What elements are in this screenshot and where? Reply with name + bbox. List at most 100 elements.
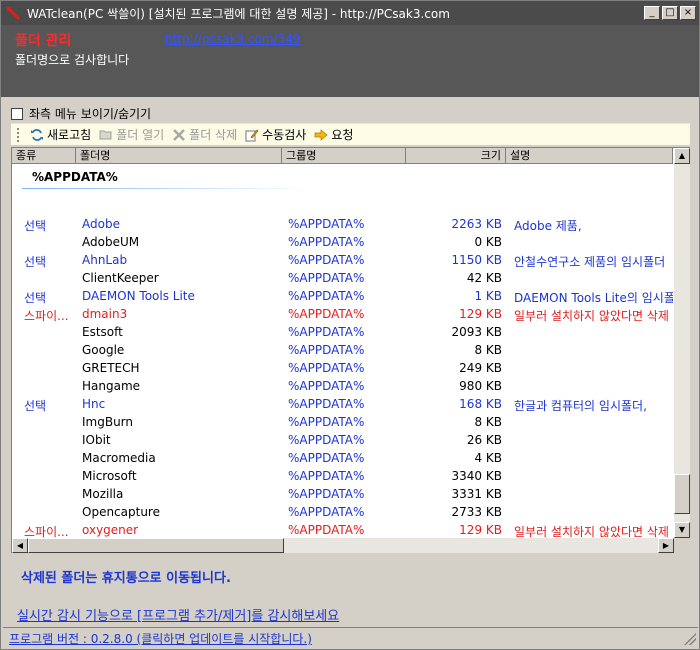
column-name[interactable]: 폴더명 <box>76 148 282 164</box>
scroll-corner <box>674 538 690 553</box>
row-description-cell: 일부러 설치하지 않았다면 삭제 <box>514 525 669 539</box>
column-group[interactable]: 그룹명 <box>282 148 406 164</box>
edit-document-icon <box>245 128 259 142</box>
toolbar-grip[interactable] <box>17 127 20 142</box>
row-group-cell: %APPDATA% <box>288 415 365 429</box>
group-divider <box>22 188 312 189</box>
row-size-cell: 0 KB <box>474 235 502 249</box>
manual-scan-button[interactable]: 수동검사 <box>245 126 306 143</box>
row-type-cell: 선택 <box>24 219 47 233</box>
toolbar: 새로고침 폴더 열기 폴더 삭제 수동검사 요청 <box>11 123 690 145</box>
row-type-cell: 스파이... <box>24 309 69 323</box>
row-description-cell: Adobe 제품, <box>514 219 582 233</box>
page-subtitle: 폴더명으로 검사합니다 <box>15 53 130 67</box>
table-row[interactable]: ClientKeeper %APPDATA% 42 KB <box>12 270 673 288</box>
row-description-cell: 안철수연구소 제품의 임시폴더 <box>514 255 666 269</box>
scroll-left-button[interactable]: ◀ <box>12 538 28 553</box>
window-title: WATclean(PC 싹쓸이) [설치된 프로그램에 대한 설명 제공] - … <box>27 6 450 21</box>
arrow-right-icon <box>314 128 328 142</box>
row-size-cell: 26 KB <box>466 433 502 447</box>
table-row[interactable]: 선택 AhnLab %APPDATA% 1150 KB 안철수연구소 제품의 임시폴더 <box>12 252 673 270</box>
row-name-cell: dmain3 <box>82 307 128 321</box>
vertical-scrollbar[interactable]: ▲ ▼ <box>674 148 690 538</box>
row-group-cell: %APPDATA% <box>288 343 365 357</box>
row-group-cell: %APPDATA% <box>288 469 365 483</box>
table-row[interactable]: Opencapture %APPDATA% 2733 KB <box>12 504 673 522</box>
row-group-cell: %APPDATA% <box>288 235 365 249</box>
table-row[interactable]: Estsoft %APPDATA% 2093 KB <box>12 324 673 342</box>
column-type[interactable]: 종류 <box>12 148 76 164</box>
scroll-right-button[interactable]: ▶ <box>658 538 674 553</box>
row-type-cell: 선택 <box>24 399 47 413</box>
row-type-cell: 선택 <box>24 255 47 269</box>
window-controls: _ □ × <box>644 6 696 20</box>
side-menu-toggle-label: 좌측 메뉴 보이기/숨기기 <box>29 107 152 121</box>
table-row[interactable]: AdobeUM %APPDATA% 0 KB <box>12 234 673 252</box>
delete-folder-button[interactable]: 폴더 삭제 <box>172 126 237 143</box>
folder-list[interactable]: 종류 폴더명 그룹명 크기 설명 %APPDATA% 선택 Adobe %APPDA… <box>11 147 690 553</box>
row-type-cell: 스파이... <box>24 525 69 539</box>
table-row[interactable]: ImgBurn %APPDATA% 8 KB <box>12 414 673 432</box>
row-size-cell: 249 KB <box>459 361 502 375</box>
vertical-scroll-thumb[interactable] <box>674 474 690 514</box>
row-size-cell: 8 KB <box>474 415 502 429</box>
table-row[interactable]: 선택 Adobe %APPDATA% 2263 KB Adobe 제품, <box>12 216 673 234</box>
table-row[interactable]: 선택 Hnc %APPDATA% 168 KB 한글과 컴퓨터의 임시폴더, <box>12 396 673 414</box>
side-menu-toggle[interactable]: 좌측 메뉴 보이기/숨기기 <box>11 105 151 122</box>
row-name-cell: ClientKeeper <box>82 271 159 285</box>
scroll-down-button[interactable]: ▼ <box>674 522 690 538</box>
list-body: %APPDATA% 선택 Adobe %APPDATA% 2263 KB Adobe 제… <box>12 164 673 539</box>
folder-open-icon <box>99 128 113 142</box>
table-row[interactable]: Hangame %APPDATA% 980 KB <box>12 378 673 396</box>
help-link[interactable]: http://pcsak3.com/349 <box>165 32 301 46</box>
row-name-cell: DAEMON Tools Lite <box>82 289 195 303</box>
scroll-up-button[interactable]: ▲ <box>674 148 690 164</box>
row-name-cell: IObit <box>82 433 111 447</box>
row-size-cell: 2093 KB <box>451 325 502 339</box>
row-name-cell: Google <box>82 343 125 357</box>
row-description-cell: DAEMON Tools Lite의 임시폴 <box>514 291 673 305</box>
manual-scan-label: 수동검사 <box>262 128 307 142</box>
column-size[interactable]: 크기 <box>406 148 506 164</box>
table-row[interactable]: Mozilla %APPDATA% 3331 KB <box>12 486 673 504</box>
row-size-cell: 1 KB <box>474 289 502 303</box>
refresh-label: 새로고침 <box>47 128 92 142</box>
delete-folder-label: 폴더 삭제 <box>189 128 238 142</box>
table-row[interactable]: Google %APPDATA% 8 KB <box>12 342 673 360</box>
row-description-cell: 일부러 설치하지 않았다면 삭제 <box>514 309 669 323</box>
table-row[interactable]: Macromedia %APPDATA% 4 KB <box>12 450 673 468</box>
row-name-cell: Hangame <box>82 379 141 393</box>
table-row[interactable]: GRETECH %APPDATA% 249 KB <box>12 360 673 378</box>
table-row[interactable]: IObit %APPDATA% 26 KB <box>12 432 673 450</box>
column-description[interactable]: 설명 <box>506 148 673 164</box>
close-button[interactable]: × <box>680 6 696 20</box>
row-name-cell: Opencapture <box>82 505 160 519</box>
row-name-cell: ImgBurn <box>82 415 134 429</box>
title-bar[interactable]: WATclean(PC 싹쓸이) [설치된 프로그램에 대한 설명 제공] - … <box>1 1 699 25</box>
table-row[interactable]: 스파이... dmain3 %APPDATA% 129 KB 일부러 설치하지 않았다면… <box>12 306 673 324</box>
minimize-button[interactable]: _ <box>644 6 660 20</box>
table-row[interactable]: 선택 DAEMON Tools Lite %APPDATA% 1 KB DAEMON T… <box>12 288 673 306</box>
page-title: 폴더 관리 <box>15 33 72 49</box>
version-update-link[interactable]: 프로그램 버전 : 0.2.8.0 (클릭하면 업데이트를 시작합니다.) <box>9 630 312 647</box>
main-window: WATclean(PC 싹쓸이) [설치된 프로그램에 대한 설명 제공] - … <box>0 0 700 650</box>
horizontal-scroll-thumb[interactable] <box>28 538 284 553</box>
list-rows: 선택 Adobe %APPDATA% 2263 KB Adobe 제품, AdobeUM%… <box>12 216 673 539</box>
refresh-button[interactable]: 새로고침 <box>30 126 91 143</box>
delete-icon <box>172 128 186 142</box>
row-size-cell: 168 KB <box>459 397 502 411</box>
table-row[interactable]: Microsoft %APPDATA% 3340 KB <box>12 468 673 486</box>
maximize-button[interactable]: □ <box>662 6 678 20</box>
realtime-monitor-link[interactable]: 실시간 감시 기능으로 [프로그램 추가/제거]를 감시해보세요 <box>17 605 339 624</box>
row-name-cell: GRETECH <box>82 361 140 375</box>
resize-grip[interactable] <box>684 633 696 645</box>
open-folder-button[interactable]: 폴더 열기 <box>99 126 164 143</box>
request-button[interactable]: 요청 <box>314 126 353 143</box>
horizontal-scrollbar[interactable]: ◀ ▶ <box>12 538 674 553</box>
row-size-cell: 980 KB <box>459 379 502 393</box>
side-menu-checkbox[interactable] <box>11 107 23 120</box>
row-type-cell: 선택 <box>24 291 47 305</box>
table-row[interactable]: 스파이... oxygener %APPDATA% 129 KB 일부러 설치하지 않았… <box>12 522 673 539</box>
row-size-cell: 129 KB <box>459 307 502 321</box>
row-name-cell: oxygener <box>82 523 139 537</box>
